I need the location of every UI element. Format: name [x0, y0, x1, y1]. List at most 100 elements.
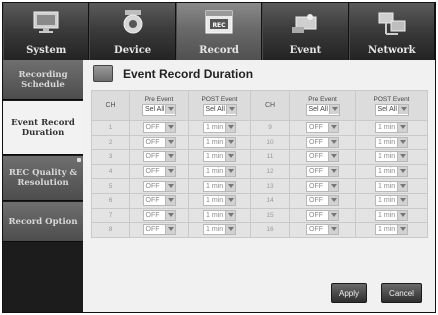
side-item-event-record-duration[interactable]: Event Record Duration [3, 101, 83, 155]
post-event-dropdown[interactable]: 1 min [375, 224, 408, 236]
pre-event-cell: OFF [129, 134, 189, 151]
table-body: 1 OFF 1 min 9 OFF 1 min 2 OFF 1 min 10 OFF 1 min 3 OF… [91, 120, 428, 238]
dropdown-value: Sel All [205, 106, 225, 113]
post-event-cell: 1 min [355, 149, 428, 165]
pre-event-select-all-dropdown[interactable]: Sel All [142, 103, 176, 116]
chevron-down-icon [164, 123, 175, 133]
pre-event-dropdown[interactable]: OFF [142, 166, 176, 178]
post-event-cell: 1 min [355, 178, 428, 194]
tab-network[interactable]: Network [348, 3, 435, 60]
dropdown-value: OFF [145, 138, 160, 146]
chevron-down-icon [164, 167, 175, 177]
side-item-recording-schedule[interactable]: Recording Schedule [3, 60, 83, 100]
dropdown-value: Sel All [308, 106, 328, 113]
post-event-cell: 1 min [355, 192, 428, 209]
chevron-down-icon [397, 137, 407, 147]
post-event-dropdown[interactable]: 1 min [375, 166, 408, 178]
pre-event-dropdown[interactable]: OFF [142, 180, 176, 192]
dropdown-value: OFF [145, 168, 160, 176]
pre-event-dropdown[interactable]: OFF [142, 224, 176, 236]
post-event-dropdown[interactable]: 1 min [375, 195, 408, 207]
pre-event-dropdown[interactable]: OFF [306, 224, 339, 236]
post-event-dropdown[interactable]: 1 min [203, 151, 236, 163]
cancel-button[interactable]: Cancel [381, 283, 422, 303]
pre-event-dropdown[interactable]: OFF [142, 195, 176, 207]
table-row: 2 OFF 1 min 10 OFF 1 min [91, 134, 428, 151]
ch-header: CH [250, 90, 290, 121]
dropdown-value: OFF [309, 124, 323, 132]
post-event-cell: 1 min [355, 207, 428, 224]
post-event-select-all-dropdown[interactable]: Sel All [202, 103, 237, 116]
page-title: Event Record Duration [123, 67, 254, 81]
side-item-label: Record Option [8, 216, 78, 227]
chevron-down-icon [328, 123, 338, 133]
chevron-down-icon [397, 123, 407, 133]
dropdown-value: 1 min [206, 211, 224, 219]
post-event-dropdown[interactable]: 1 min [203, 209, 236, 221]
pre-event-dropdown[interactable]: OFF [306, 180, 339, 192]
chevron-down-icon [225, 196, 235, 206]
post-event-cell: 1 min [188, 207, 251, 224]
post-event-dropdown[interactable]: 1 min [203, 122, 236, 134]
tab-system[interactable]: System [3, 3, 90, 60]
dropdown-value: 1 min [206, 138, 224, 146]
post-event-dropdown[interactable]: 1 min [203, 180, 236, 192]
dropdown-value: 1 min [378, 124, 396, 132]
channel-number: 4 [91, 163, 130, 180]
pre-event-select-all-dropdown[interactable]: Sel All [305, 103, 340, 116]
chevron-down-icon [225, 123, 235, 133]
tab-event[interactable]: Event [262, 3, 349, 60]
network-icon [378, 12, 406, 35]
pre-event-cell: OFF [129, 178, 189, 194]
ch-header: CH [91, 90, 130, 121]
tab-record[interactable]: REC Record [175, 3, 263, 60]
side-item-rec-quality-resolution[interactable]: REC Quality & Resolution [3, 156, 83, 201]
pre-event-cell: OFF [289, 120, 356, 136]
post-event-dropdown[interactable]: 1 min [203, 224, 236, 236]
channel-number: 2 [91, 134, 130, 151]
post-event-cell: 1 min [355, 163, 428, 180]
pre-event-dropdown[interactable]: OFF [142, 136, 176, 148]
chevron-down-icon [328, 167, 338, 177]
table-row: 7 OFF 1 min 15 OFF 1 min [91, 207, 428, 224]
channel-number: 13 [250, 178, 290, 194]
post-event-dropdown[interactable]: 1 min [375, 180, 408, 192]
post-event-dropdown[interactable]: 1 min [203, 166, 236, 178]
post-event-dropdown[interactable]: 1 min [203, 136, 236, 148]
post-event-dropdown[interactable]: 1 min [375, 209, 408, 221]
pre-event-dropdown[interactable]: OFF [306, 195, 339, 207]
pre-event-dropdown[interactable]: OFF [306, 151, 339, 163]
pre-event-dropdown[interactable]: OFF [306, 136, 339, 148]
pre-event-dropdown[interactable]: OFF [142, 209, 176, 221]
chevron-down-icon [225, 105, 236, 114]
chevron-down-icon [164, 181, 175, 191]
tab-event-label: Event [289, 45, 322, 56]
dropdown-value: OFF [309, 153, 323, 161]
post-event-dropdown[interactable]: 1 min [375, 136, 408, 148]
pre-event-cell: OFF [129, 149, 189, 165]
post-event-dropdown[interactable]: 1 min [375, 122, 408, 134]
chevron-down-icon [397, 196, 407, 206]
post-event-dropdown[interactable]: 1 min [203, 195, 236, 207]
chevron-down-icon [328, 152, 338, 162]
post-event-dropdown[interactable]: 1 min [375, 151, 408, 163]
chevron-down-icon [225, 167, 235, 177]
post-event-cell: 1 min [355, 134, 428, 151]
dropdown-value: 1 min [206, 182, 224, 190]
pre-event-dropdown[interactable]: OFF [142, 151, 176, 163]
apply-button[interactable]: Apply [331, 283, 367, 303]
chevron-down-icon [328, 210, 338, 220]
side-item-record-option[interactable]: Record Option [3, 202, 83, 242]
dropdown-value: 1 min [378, 138, 396, 146]
dropdown-value: 1 min [378, 182, 396, 190]
pre-event-dropdown[interactable]: OFF [306, 209, 339, 221]
tab-device[interactable]: Device [89, 3, 176, 60]
post-event-select-all-dropdown[interactable]: Sel All [374, 103, 409, 116]
dropdown-value: OFF [145, 153, 160, 161]
pre-event-dropdown[interactable]: OFF [142, 122, 176, 134]
side-item-label: Event Record Duration [11, 117, 75, 138]
pre-event-dropdown[interactable]: OFF [306, 122, 339, 134]
dropdown-value: OFF [309, 138, 323, 146]
pre-event-dropdown[interactable]: OFF [306, 166, 339, 178]
monitor-icon [33, 11, 59, 33]
